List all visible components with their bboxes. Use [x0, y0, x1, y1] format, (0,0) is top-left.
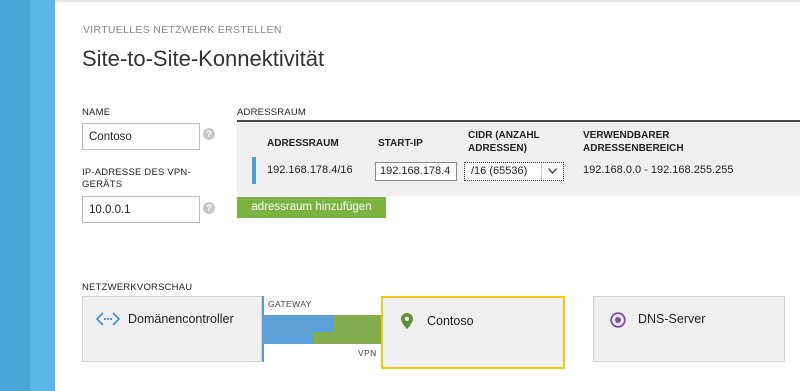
domain-controller-label: Domänencontroller: [128, 312, 234, 326]
cidr-select-value: /16 (65536): [471, 165, 528, 177]
vpn-ip-label: IP-ADRESSE DES VPN- GERÄTS: [82, 167, 191, 191]
wizard-subtitle: VIRTUELLES NETZWERK ERSTELLEN: [83, 24, 282, 36]
dns-server-icon: [610, 312, 626, 333]
page-title: Site-to-Site-Konnektivität: [82, 46, 325, 71]
col-cidr: CIDR (ANZAHL ADRESSEN): [468, 129, 540, 155]
dns-server-label: DNS-Server: [638, 312, 706, 326]
gateway-connector-green-lower: [313, 332, 382, 344]
col-cidr-line2: ADRESSEN): [468, 143, 527, 154]
site-card-selected[interactable]: Contoso: [381, 296, 565, 369]
top-edge: [55, 0, 800, 2]
name-help-icon[interactable]: ?: [203, 128, 215, 140]
network-preview-heading: NETZWERKVORSCHAU: [82, 282, 193, 293]
gateway-label: GATEWAY: [268, 299, 312, 309]
dns-server-card[interactable]: DNS-Server: [593, 296, 785, 362]
name-input[interactable]: [82, 123, 200, 150]
site-card-label: Contoso: [427, 314, 474, 328]
start-ip-input[interactable]: 192.168.178.4: [375, 162, 457, 181]
side-stripe-light: [30, 0, 55, 391]
domain-controller-card[interactable]: Domänencontroller: [82, 296, 262, 362]
name-label: NAME: [82, 107, 111, 118]
row-adressraum[interactable]: 192.168.178.4/16: [267, 164, 353, 176]
add-address-space-button[interactable]: adressraum hinzufügen: [237, 197, 386, 218]
cidr-select[interactable]: /16 (65536): [464, 162, 564, 181]
gateway-connector-blue-lower: [262, 332, 313, 344]
code-brackets-icon: [95, 311, 121, 332]
col-cidr-line1: CIDR (ANZAHL: [468, 130, 540, 141]
row-selection-marker: [252, 157, 256, 184]
vpn-ip-input[interactable]: [82, 196, 200, 223]
location-pin-icon: [401, 313, 413, 334]
vpn-ip-label-line2: GERÄTS: [82, 179, 123, 190]
vpn-label: VPN: [358, 348, 377, 358]
col-usable-range: VERWENDBARER ADRESSENBEREICH: [583, 129, 684, 155]
address-space-heading: ADRESSRAUM: [237, 107, 307, 118]
col-adressraum: ADRESSRAUM: [267, 138, 339, 149]
vpn-ip-label-line1: IP-ADRESSE DES VPN-: [82, 167, 191, 178]
row-usable-range: 192.168.0.0 - 192.168.255.255: [583, 164, 734, 176]
col-start-ip: START-IP: [378, 138, 423, 149]
col-usable-line2: ADRESSENBEREICH: [583, 143, 684, 154]
chevron-down-icon[interactable]: [541, 163, 563, 180]
gateway-connector-green: [334, 315, 382, 332]
col-usable-line1: VERWENDBARER: [583, 130, 670, 141]
side-stripe-dark: [0, 0, 30, 391]
gateway-connector-blue: [262, 315, 334, 332]
vpn-ip-help-icon[interactable]: ?: [203, 202, 215, 214]
